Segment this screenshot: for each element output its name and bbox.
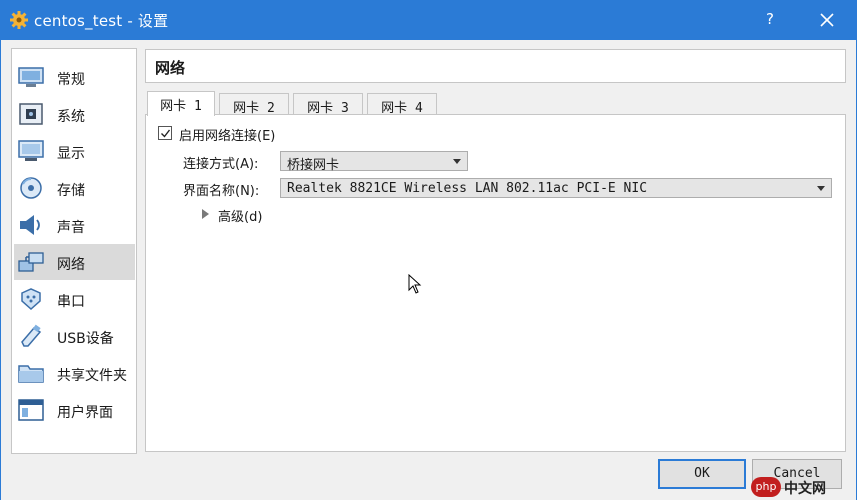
checkmark-icon bbox=[161, 129, 171, 138]
sidebar-item-label: 串口 bbox=[57, 294, 85, 310]
speaker-icon bbox=[20, 215, 40, 235]
expand-triangle-icon bbox=[202, 209, 209, 219]
folder-icon bbox=[18, 365, 44, 383]
page-title: 网络 bbox=[155, 59, 186, 77]
attached-to-value: 桥接网卡 bbox=[287, 158, 340, 173]
sidebar-item-label: 显示 bbox=[57, 146, 85, 162]
adapter-panel: 启用网络连接(E) 连接方式(A): 桥接网卡 界面名称(N): Realtek… bbox=[145, 114, 846, 452]
sidebar-item-user-interface[interactable]: 用户界面 bbox=[14, 392, 135, 428]
interface-name-label: 界面名称(N): bbox=[183, 184, 260, 199]
general-icon bbox=[18, 67, 44, 87]
title-bar: centos_test - 设置 ? bbox=[0, 0, 857, 40]
interface-name-select[interactable]: Realtek 8821CE Wireless LAN 802.11ac PCI… bbox=[280, 178, 832, 198]
settings-sidebar: 常规 系统 显示 存储 声音 网络 串口 USB设备 共享文件夹 用户界面 bbox=[11, 48, 137, 454]
ok-button[interactable]: OK bbox=[658, 459, 746, 489]
tab-adapter-3[interactable]: 网卡 3 bbox=[293, 93, 363, 116]
sidebar-item-label: 声音 bbox=[57, 220, 85, 236]
chevron-down-icon bbox=[453, 159, 461, 164]
mouse-cursor-icon bbox=[408, 274, 422, 294]
watermark-logo: php bbox=[751, 477, 781, 497]
sidebar-item-system[interactable]: 系统 bbox=[14, 96, 135, 132]
attached-to-label: 连接方式(A): bbox=[183, 157, 259, 172]
interface-name-value: Realtek 8821CE Wireless LAN 802.11ac PCI… bbox=[287, 181, 648, 196]
sidebar-item-label: 系统 bbox=[57, 109, 85, 125]
chevron-down-icon bbox=[817, 186, 825, 191]
watermark: php 中文网 bbox=[751, 477, 851, 499]
sidebar-item-label: 用户界面 bbox=[57, 405, 113, 421]
sidebar-item-storage[interactable]: 存储 bbox=[14, 170, 135, 206]
sidebar-item-serial-ports[interactable]: 串口 bbox=[14, 281, 135, 317]
monitor-icon bbox=[18, 140, 44, 161]
sidebar-item-label: 共享文件夹 bbox=[57, 368, 127, 384]
sidebar-item-label: 存储 bbox=[57, 183, 85, 199]
sidebar-item-network[interactable]: 网络 bbox=[14, 244, 135, 280]
help-button[interactable]: ? bbox=[760, 10, 780, 30]
attached-to-select[interactable]: 桥接网卡 bbox=[280, 151, 468, 173]
sidebar-item-label: USB设备 bbox=[57, 331, 114, 347]
gear-icon bbox=[10, 11, 28, 29]
sidebar-item-label: 常规 bbox=[57, 72, 85, 88]
sidebar-item-label: 网络 bbox=[57, 257, 85, 273]
usb-icon bbox=[21, 324, 42, 347]
page-header: 网络 bbox=[145, 49, 846, 83]
sidebar-item-shared-folders[interactable]: 共享文件夹 bbox=[14, 355, 135, 391]
storage-icon bbox=[20, 177, 42, 199]
watermark-text: 中文网 bbox=[784, 481, 826, 497]
sidebar-item-usb[interactable]: USB设备 bbox=[14, 318, 135, 354]
tab-adapter-4[interactable]: 网卡 4 bbox=[367, 93, 437, 116]
advanced-label: 高级(d) bbox=[218, 210, 263, 225]
enable-network-checkbox[interactable] bbox=[158, 126, 172, 140]
ui-icon bbox=[18, 399, 44, 421]
tab-adapter-2[interactable]: 网卡 2 bbox=[219, 93, 289, 116]
enable-network-label: 启用网络连接(E) bbox=[179, 129, 276, 144]
dialog-body: 常规 系统 显示 存储 声音 网络 串口 USB设备 共享文件夹 用户界面 网络… bbox=[0, 40, 857, 500]
sidebar-item-audio[interactable]: 声音 bbox=[14, 207, 135, 243]
window-title: centos_test - 设置 bbox=[34, 12, 169, 30]
tab-adapter-1[interactable]: 网卡 1 bbox=[147, 91, 215, 116]
sidebar-item-general[interactable]: 常规 bbox=[14, 59, 135, 95]
serial-port-icon bbox=[21, 288, 41, 311]
sidebar-item-display[interactable]: 显示 bbox=[14, 133, 135, 169]
motherboard-icon bbox=[19, 103, 43, 125]
network-icon bbox=[18, 252, 44, 272]
close-icon[interactable] bbox=[815, 9, 839, 31]
